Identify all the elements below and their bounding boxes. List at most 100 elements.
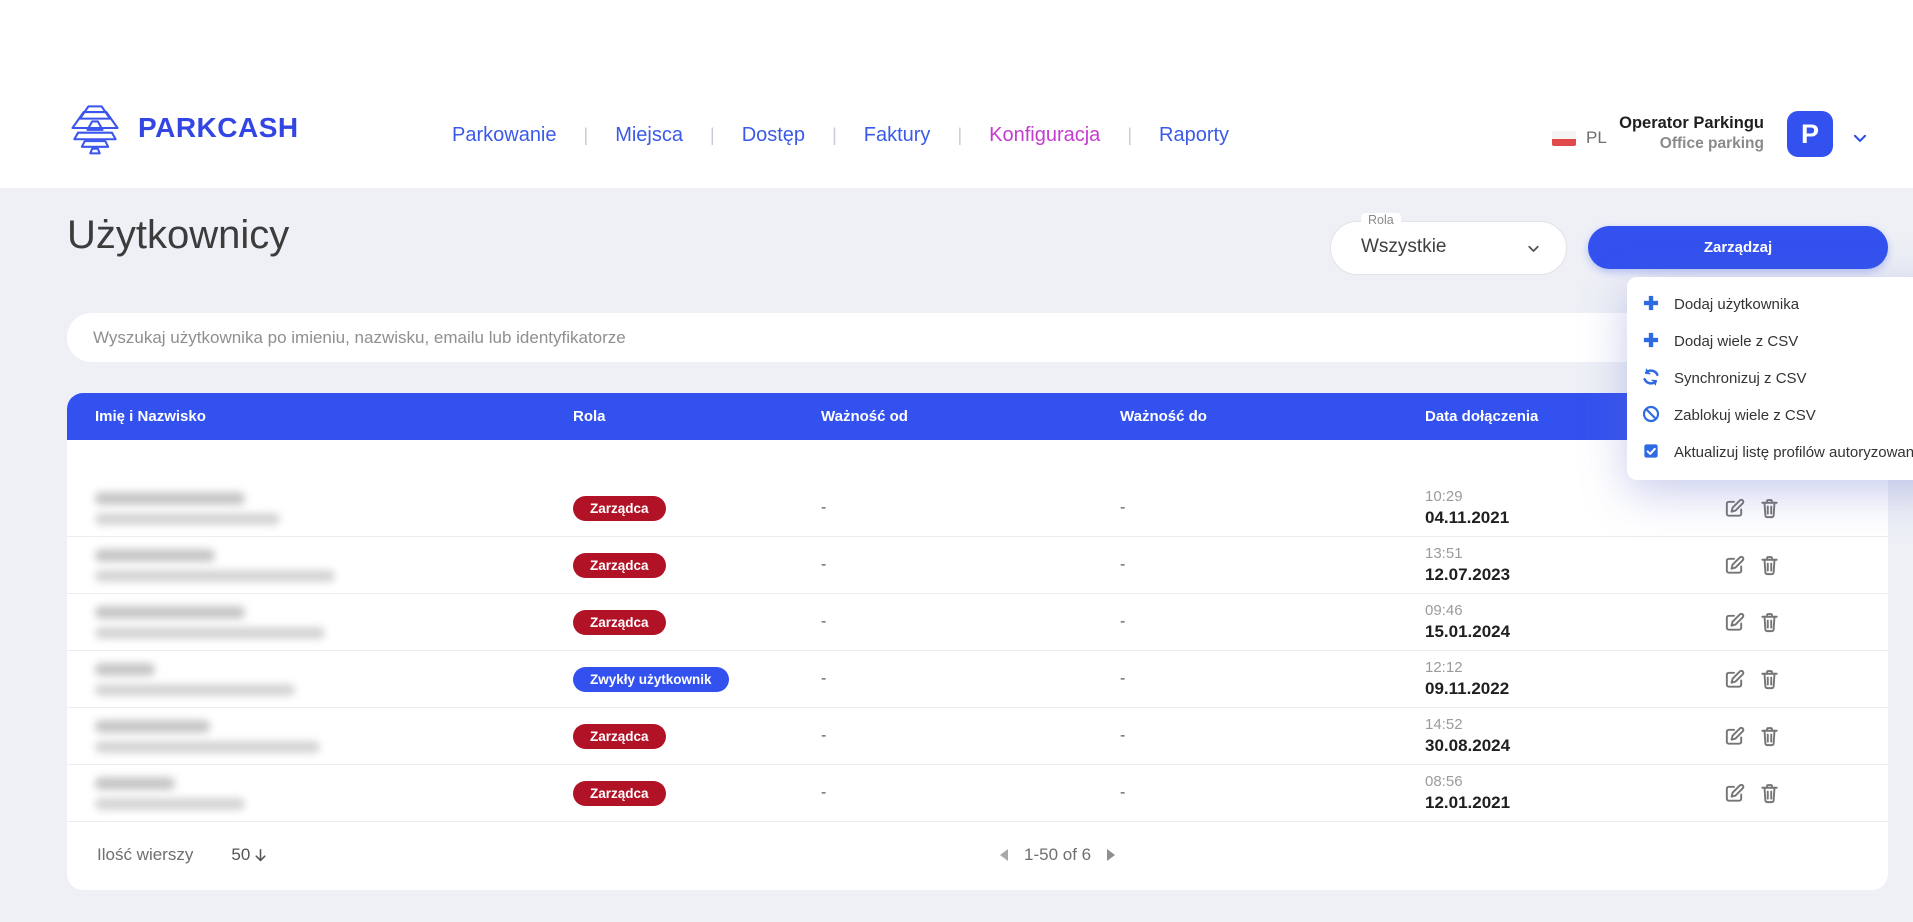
join-date-cell: 10:2904.11.2021 (1425, 488, 1693, 528)
pagination: 1-50 of 6 (999, 820, 1116, 890)
redacted-email-bar (95, 513, 280, 525)
user-name-redacted (67, 663, 573, 696)
arrow-down-icon (252, 847, 269, 864)
org-info: Operator Parkingu Office parking (1604, 113, 1764, 153)
role-badge: Zarządca (573, 724, 666, 749)
role-filter-select[interactable]: Rola Wszystkie (1330, 221, 1567, 275)
menu-item[interactable]: Synchronizuj z CSV (1627, 360, 1913, 397)
redacted-email-bar (95, 798, 245, 810)
role-filter-label: Rola (1361, 213, 1401, 227)
join-date: 09.11.2022 (1425, 679, 1693, 699)
user-name-redacted (67, 720, 573, 753)
trash-icon[interactable] (1758, 668, 1781, 691)
trash-icon[interactable] (1758, 554, 1781, 577)
redacted-name-bar (95, 777, 175, 790)
manage-button[interactable]: Zarządzaj (1588, 226, 1888, 269)
trash-icon[interactable] (1758, 497, 1781, 520)
redacted-email-bar (95, 570, 335, 582)
table-row: Zarządca--10:2904.11.2021 (67, 480, 1888, 537)
menu-item[interactable]: Zablokuj wiele z CSV (1627, 397, 1913, 434)
valid-from-cell: - (821, 613, 1120, 631)
edit-icon[interactable] (1723, 668, 1746, 691)
menu-item[interactable]: Dodaj wiele z CSV (1627, 323, 1913, 360)
trash-icon[interactable] (1758, 725, 1781, 748)
join-date: 12.07.2023 (1425, 565, 1693, 585)
table-body: Zarządca--10:2904.11.2021Zarządca--13:51… (67, 440, 1888, 822)
role-filter-chevron-icon (1525, 240, 1542, 262)
trash-icon[interactable] (1758, 611, 1781, 634)
table-row: Zarządca--09:4615.01.2024 (67, 594, 1888, 651)
row-actions (1693, 497, 1888, 520)
join-date: 30.08.2024 (1425, 736, 1693, 756)
join-date-cell: 14:5230.08.2024 (1425, 716, 1693, 756)
column-header: Ważność od (821, 408, 1120, 425)
nav-item-konfiguracja[interactable]: Konfiguracja (962, 124, 1127, 147)
menu-item-label: Dodaj użytkownika (1674, 296, 1799, 313)
nav-item-raporty[interactable]: Raporty (1132, 124, 1256, 147)
role-filter-value: Wszystkie (1361, 236, 1447, 258)
table-row: Zwykły użytkownik--12:1209.11.2022 (67, 651, 1888, 708)
join-date-cell: 13:5112.07.2023 (1425, 545, 1693, 585)
edit-icon[interactable] (1723, 611, 1746, 634)
valid-from-cell: - (821, 727, 1120, 745)
user-name-redacted (67, 549, 573, 582)
redacted-name-bar (95, 549, 215, 562)
column-header: Imię i Nazwisko (67, 408, 573, 425)
redacted-name-bar (95, 492, 245, 505)
main-nav: Parkowanie|Miejsca|Dostęp|Faktury|Konfig… (452, 124, 1256, 147)
row-actions (1693, 668, 1888, 691)
join-date-cell: 12:12 09.11.2022 (1425, 659, 1693, 699)
menu-item-label: Aktualizuj listę profilów autoryzowanych (1674, 444, 1913, 461)
menu-item[interactable]: Dodaj użytkownika (1627, 286, 1913, 323)
row-actions (1693, 554, 1888, 577)
poland-flag-icon (1552, 131, 1576, 146)
search-input[interactable] (67, 313, 1888, 362)
edit-icon[interactable] (1723, 554, 1746, 577)
manage-dropdown-menu: Dodaj użytkownika Dodaj wiele z CSV Synchr… (1627, 277, 1913, 480)
row-actions (1693, 725, 1888, 748)
brand-logo[interactable]: PARKCASH (64, 100, 299, 156)
menu-item-label: Synchronizuj z CSV (1674, 370, 1807, 387)
user-menu-chevron-icon[interactable] (1850, 128, 1870, 148)
join-time: 08:56 (1425, 773, 1693, 790)
join-time: 10:29 (1425, 488, 1693, 505)
user-name-redacted (67, 777, 573, 810)
page-title: Użytkownicy (67, 213, 289, 258)
join-time: 09:46 (1425, 602, 1693, 619)
column-header: Ważność do (1120, 408, 1425, 425)
valid-to-cell: - (1120, 784, 1425, 802)
valid-to-cell: - (1120, 613, 1425, 631)
trash-icon[interactable] (1758, 782, 1781, 805)
edit-icon[interactable] (1723, 782, 1746, 805)
join-date: 15.01.2024 (1425, 622, 1693, 642)
user-name-redacted (67, 492, 573, 525)
pagination-range-label: 1-50 of 6 (1024, 845, 1091, 865)
role-cell: Zarządca (573, 610, 821, 635)
sync-icon (1641, 367, 1661, 391)
rows-per-page-selector[interactable]: 50 (231, 845, 269, 865)
nav-item-parkowanie[interactable]: Parkowanie (452, 124, 584, 147)
redacted-name-bar (95, 606, 245, 619)
table-row: Zarządca--13:5112.07.2023 (67, 537, 1888, 594)
valid-from-cell: - (821, 556, 1120, 574)
join-date-cell: 08:5612.01.2021 (1425, 773, 1693, 813)
role-badge: Zarządca (573, 781, 666, 806)
valid-to-cell: - (1120, 670, 1425, 688)
role-badge: Zarządca (573, 496, 666, 521)
menu-item[interactable]: Aktualizuj listę profilów autoryzowanych (1627, 434, 1913, 471)
pagination-prev-icon[interactable] (999, 848, 1010, 862)
valid-to-cell: - (1120, 556, 1425, 574)
nav-item-miejsca[interactable]: Miejsca (588, 124, 710, 147)
pagination-next-icon[interactable] (1105, 848, 1116, 862)
edit-icon[interactable] (1723, 725, 1746, 748)
nav-item-faktury[interactable]: Faktury (837, 124, 958, 147)
parkcash-logo-icon (64, 100, 126, 156)
nav-item-dostp[interactable]: Dostęp (715, 124, 832, 147)
join-time: 12:12 (1425, 659, 1693, 676)
rows-per-page-label: Ilość wierszy (97, 845, 193, 865)
org-avatar[interactable]: P (1787, 111, 1833, 157)
column-header: Rola (573, 408, 821, 425)
edit-icon[interactable] (1723, 497, 1746, 520)
row-actions (1693, 611, 1888, 634)
join-date-cell: 09:46 15.01.2024 (1425, 602, 1693, 642)
